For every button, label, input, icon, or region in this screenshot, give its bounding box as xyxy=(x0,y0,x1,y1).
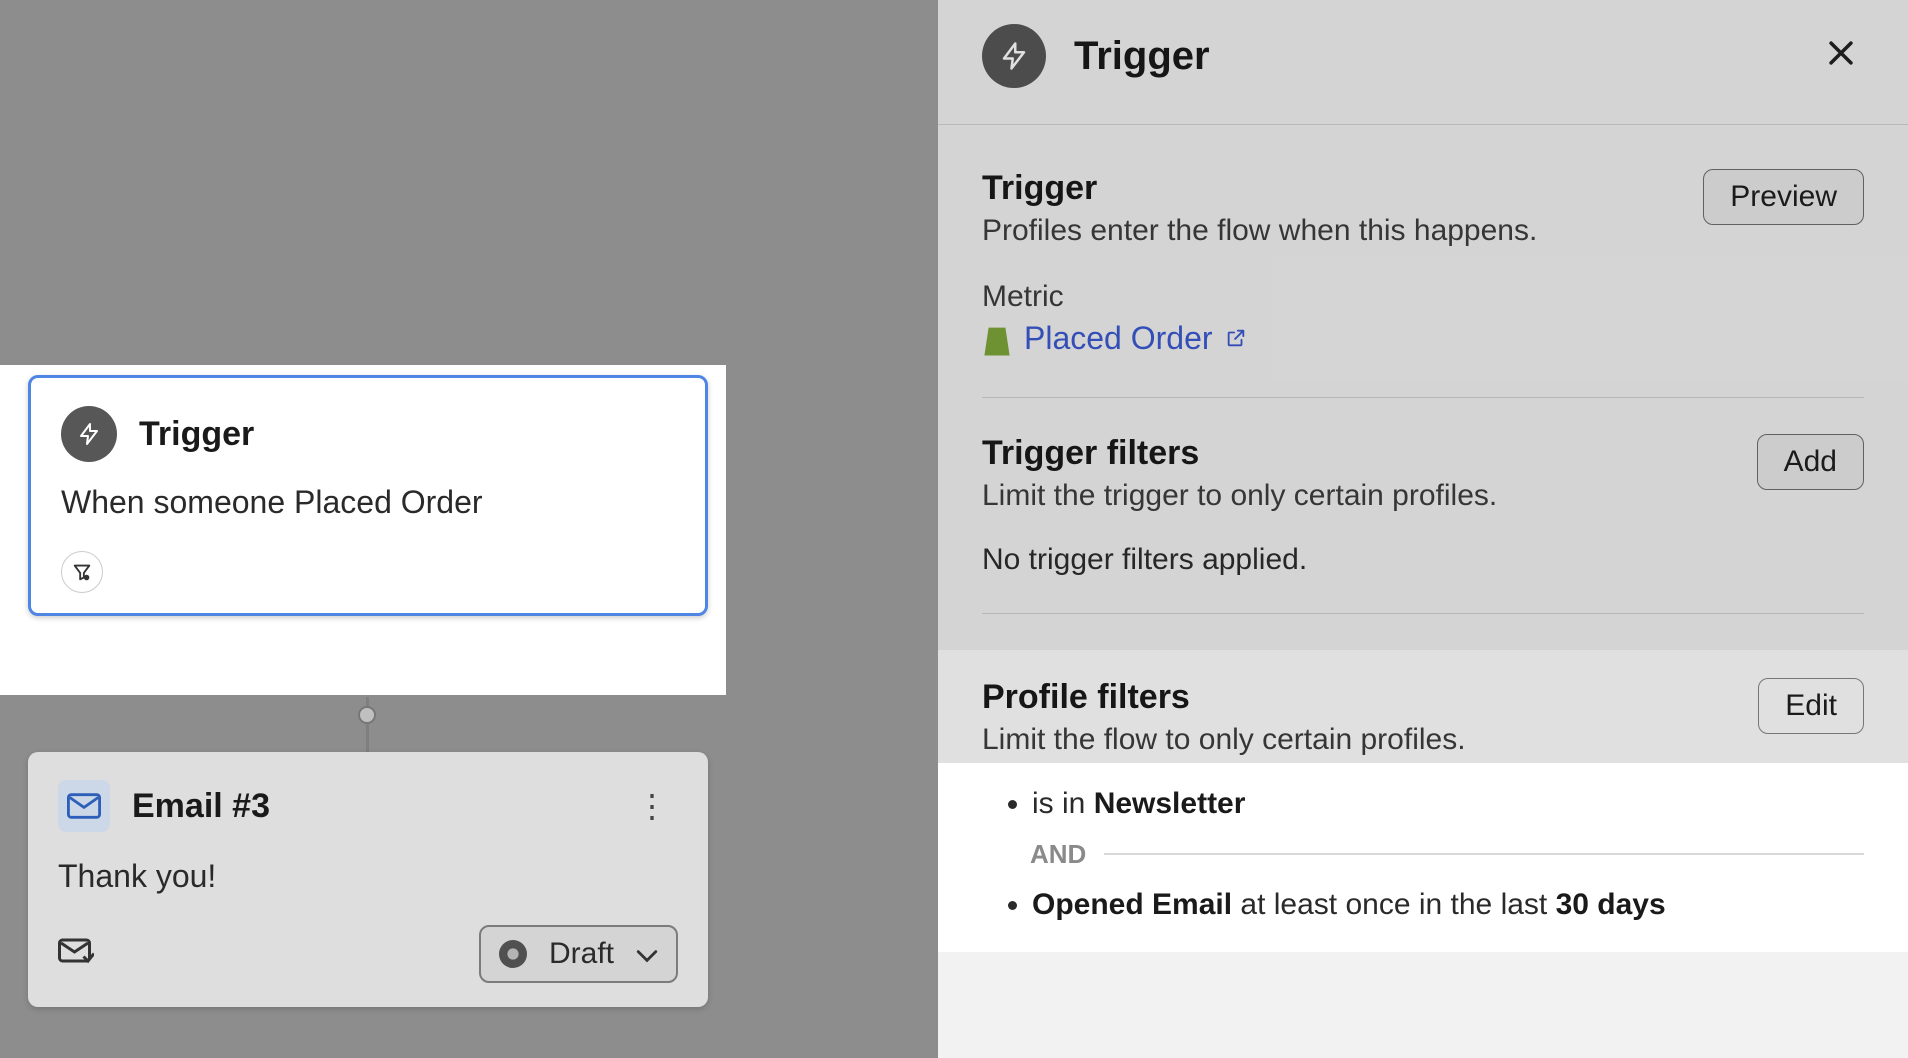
profile-filters-heading: Profile filters xyxy=(982,678,1466,717)
connector-handle[interactable] xyxy=(358,706,376,724)
status-dot-icon xyxy=(499,940,527,968)
profile-filter-list: Opened Email at least once in the last 3… xyxy=(982,888,1864,922)
trigger-node-title: Trigger xyxy=(139,415,254,454)
external-link-icon xyxy=(1225,320,1247,357)
trigger-filters-empty: No trigger filters applied. xyxy=(982,543,1864,577)
email-node-title: Email #3 xyxy=(132,787,270,826)
profile-filter-item: Opened Email at least once in the last 3… xyxy=(1032,888,1864,922)
add-trigger-filter-button[interactable]: Add xyxy=(1757,434,1864,490)
status-dropdown[interactable]: Draft xyxy=(479,925,678,983)
preview-button[interactable]: Preview xyxy=(1703,169,1864,225)
lightning-icon xyxy=(61,406,117,462)
panel-body: Trigger Profiles enter the flow when thi… xyxy=(938,125,1908,614)
trigger-desc: Profiles enter the flow when this happen… xyxy=(982,214,1537,248)
filter-connector: AND xyxy=(1030,839,1864,870)
profile-filter-item: is in Newsletter xyxy=(1032,787,1864,821)
trigger-node[interactable]: Trigger When someone Placed Order xyxy=(28,375,708,616)
trigger-filters-section: Trigger filters Limit the trigger to onl… xyxy=(982,434,1864,614)
trigger-node-body: When someone Placed Order xyxy=(61,484,675,521)
email-icon xyxy=(58,780,110,832)
trigger-filters-desc: Limit the trigger to only certain profil… xyxy=(982,479,1497,513)
panel-title: Trigger xyxy=(1074,34,1790,79)
trigger-heading: Trigger xyxy=(982,169,1537,208)
trigger-side-panel: Trigger Trigger Profiles enter the flow … xyxy=(938,0,1908,1058)
email-node-body: Thank you! xyxy=(58,858,678,895)
profile-filters-desc: Limit the flow to only certain profiles. xyxy=(982,723,1466,757)
metric-label: Metric xyxy=(982,280,1864,314)
profile-filter-list: is in Newsletter xyxy=(982,787,1864,821)
more-icon[interactable]: ⋮ xyxy=(626,790,678,822)
filter-icon[interactable] xyxy=(61,551,103,593)
metric-value: Placed Order xyxy=(1024,320,1213,357)
flow-canvas[interactable]: Trigger Trigger Profiles enter the flow … xyxy=(0,0,1908,1058)
shopify-icon xyxy=(982,322,1012,356)
trigger-filters-heading: Trigger filters xyxy=(982,434,1497,473)
edit-profile-filters-button[interactable]: Edit xyxy=(1758,678,1864,734)
metric-link[interactable]: Placed Order xyxy=(982,320,1247,357)
chevron-down-icon xyxy=(636,938,658,970)
email-node[interactable]: Email #3 ⋮ Thank you! Draft xyxy=(28,752,708,1007)
panel-header: Trigger xyxy=(938,0,1908,125)
status-text: Draft xyxy=(549,937,614,971)
lightning-icon xyxy=(982,24,1046,88)
close-icon[interactable] xyxy=(1818,26,1864,86)
send-icon[interactable] xyxy=(58,938,94,971)
trigger-node-highlight: Trigger When someone Placed Order xyxy=(0,365,726,695)
profile-filters-section: Profile filters Limit the flow to only c… xyxy=(938,650,1908,952)
trigger-section: Trigger Profiles enter the flow when thi… xyxy=(982,169,1864,398)
